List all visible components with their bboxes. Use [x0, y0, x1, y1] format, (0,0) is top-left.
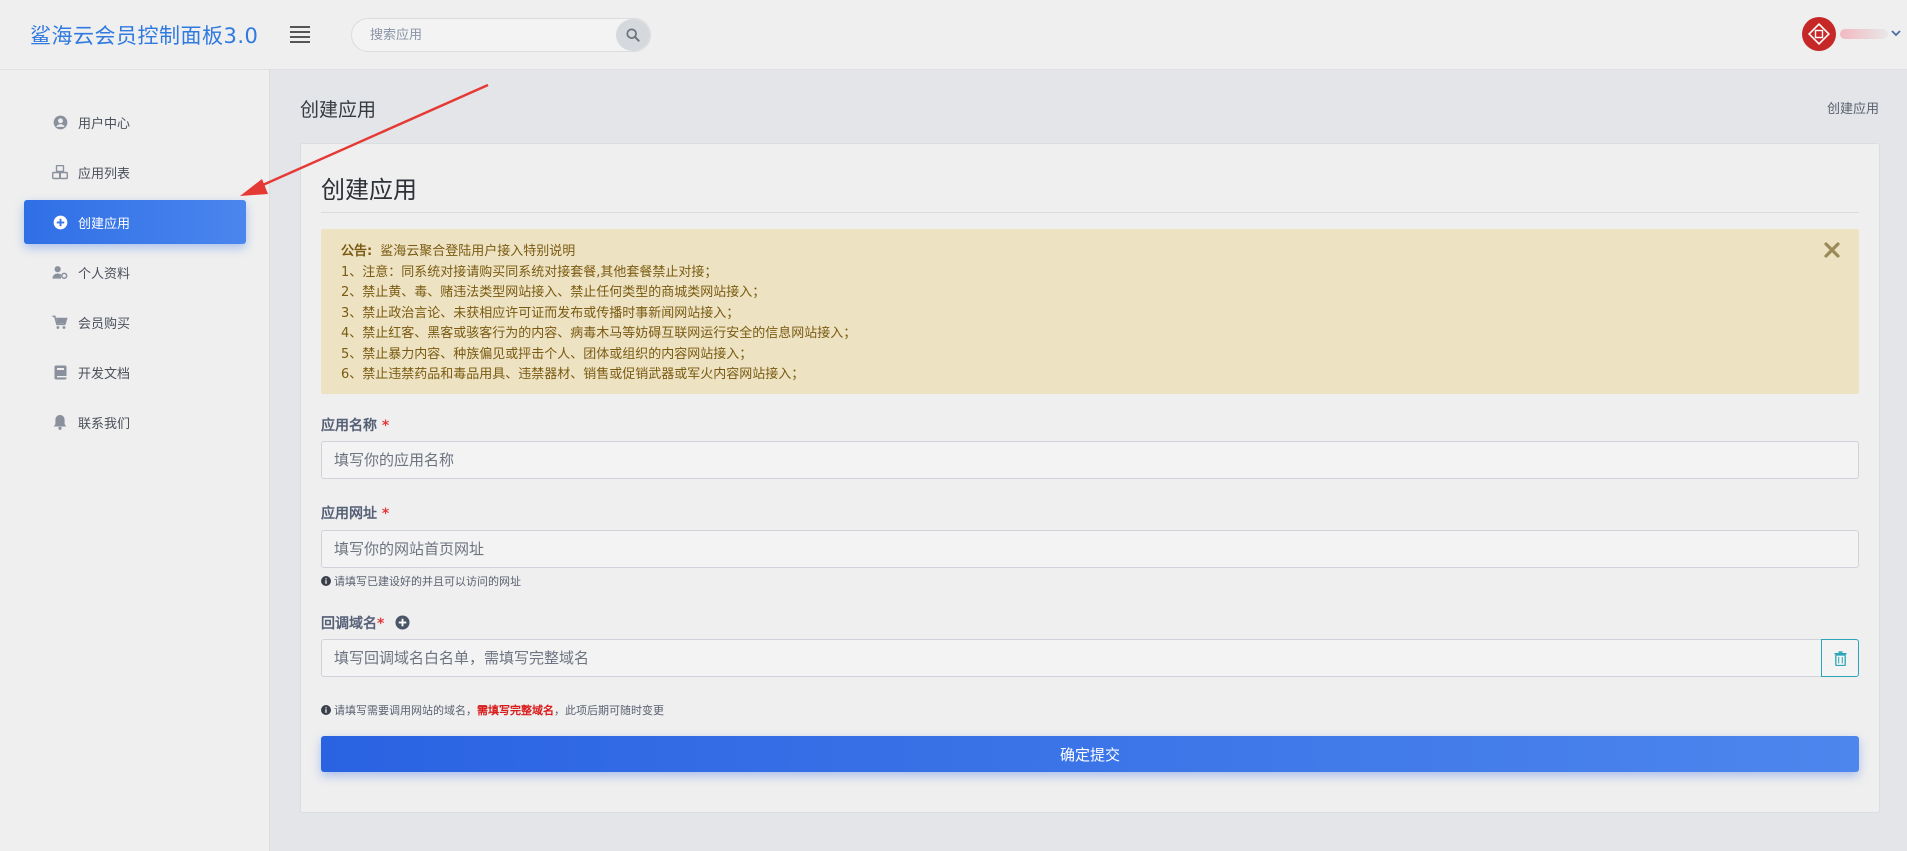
book-icon: [52, 364, 68, 380]
card-title: 创建应用: [321, 176, 417, 204]
cart-icon: [52, 314, 68, 330]
close-icon[interactable]: [1821, 239, 1843, 261]
user-gear-icon: [52, 264, 68, 280]
info-icon: [321, 576, 331, 586]
notice-line: 3、禁止政治言论、未获相应许可证而发布或传播时事新闻网站接入；: [341, 305, 740, 321]
sidebar-item-label: 用户中心: [78, 116, 131, 132]
notice-line: 5、禁止暴力内容、种族偏见或抨击个人、团体或组织的内容网站接入；: [341, 346, 753, 362]
callback-help-prefix: 请填写需要调用网站的域名，: [334, 704, 477, 717]
bell-icon: [52, 414, 68, 430]
page-title: 创建应用: [300, 99, 377, 121]
search-icon: [626, 28, 640, 42]
search-box: [351, 18, 651, 52]
callback-label: 回调域名*: [321, 613, 410, 633]
menu-icon-line: [290, 31, 310, 33]
sidebar-item-app-list[interactable]: 应用列表: [24, 150, 246, 194]
sidebar-item-label: 应用列表: [78, 166, 131, 182]
sidebar-item-user-center[interactable]: 用户中心: [24, 100, 246, 144]
notice-alert: 公告: 鲨海云聚合登陆用户接入特别说明 1、注意：同系统对接请购买同系统对接套餐,…: [321, 229, 1859, 394]
menu-toggle-button[interactable]: [290, 23, 310, 45]
notice-line: 1、注意：同系统对接请购买同系统对接套餐,其他套餐禁止对接；: [341, 264, 718, 280]
app-url-label-text: 应用网址: [321, 506, 377, 522]
required-mark: *: [377, 616, 385, 632]
brand-title[interactable]: 鲨海云会员控制面板3.0: [30, 20, 258, 50]
sidebar-item-label: 个人资料: [78, 266, 131, 282]
sidebar-item-profile[interactable]: 个人资料: [24, 250, 246, 294]
cubes-icon: [52, 164, 68, 180]
delete-domain-button[interactable]: [1821, 639, 1859, 677]
app-url-help: 请填写已建设好的并且可以访问的网址: [321, 573, 521, 589]
sidebar-item-label: 创建应用: [78, 216, 131, 232]
sidebar-item-membership[interactable]: 会员购买: [24, 300, 246, 344]
divider: [321, 212, 1859, 213]
notice-head-text: 鲨海云聚合登陆用户接入特别说明: [380, 244, 576, 259]
menu-icon-line: [290, 36, 310, 38]
info-icon: [321, 705, 331, 715]
menu-icon-line: [290, 41, 310, 43]
required-mark: *: [381, 418, 390, 434]
app-name-label: 应用名称 *: [321, 415, 389, 435]
callback-help-emphasis: 需填写完整域名: [477, 704, 554, 717]
callback-help-suffix: ，此项后期可随时变更: [554, 704, 664, 717]
user-avatar-icon: [1808, 23, 1830, 45]
sidebar-item-label: 开发文档: [78, 366, 131, 382]
notice-head: 公告:: [341, 244, 373, 259]
sidebar-item-label: 联系我们: [78, 416, 131, 432]
breadcrumb[interactable]: 创建应用: [1827, 98, 1879, 117]
app-url-label: 应用网址 *: [321, 503, 389, 523]
add-domain-icon[interactable]: [395, 615, 410, 630]
app-name-label-text: 应用名称: [321, 418, 377, 434]
sidebar: 用户中心 应用列表 创建应用 个人资料 会员购买 开发文档 联系我们: [0, 70, 270, 851]
sidebar-item-docs[interactable]: 开发文档: [24, 350, 246, 394]
username-redacted[interactable]: [1840, 29, 1888, 39]
required-mark: *: [381, 506, 390, 522]
app-name-input[interactable]: [321, 441, 1859, 479]
callback-help: 请填写需要调用网站的域名， 需填写完整域名 ，此项后期可随时变更: [321, 702, 664, 718]
sidebar-item-create-app[interactable]: 创建应用: [24, 200, 246, 244]
callback-label-text: 回调域名: [321, 616, 377, 632]
user-circle-icon: [52, 114, 68, 130]
submit-button[interactable]: 确定提交: [321, 736, 1859, 772]
top-bar: 鲨海云会员控制面板3.0: [0, 0, 1907, 70]
avatar[interactable]: [1802, 17, 1836, 51]
search-button[interactable]: [616, 19, 650, 51]
notice-line: 2、禁止黄、毒、赌违法类型网站接入、禁止任何类型的商城类网站接入；: [341, 285, 766, 300]
notice-line: 6、禁止违禁药品和毒品用具、违禁器材、销售或促销武器或军火内容网站接入；: [341, 367, 805, 382]
app-url-help-text: 请填写已建设好的并且可以访问的网址: [334, 575, 521, 588]
callback-domain-input[interactable]: [321, 639, 1823, 677]
sidebar-item-label: 会员购买: [78, 316, 131, 332]
create-app-card: 创建应用 公告: 鲨海云聚合登陆用户接入特别说明 1、注意：同系统对接请购买同系统…: [300, 143, 1880, 813]
search-input[interactable]: [370, 19, 600, 51]
plus-circle-icon: [52, 214, 68, 230]
menu-icon-line: [290, 26, 310, 28]
trash-icon: [1834, 650, 1846, 666]
app-url-input[interactable]: [321, 530, 1859, 568]
sidebar-item-contact[interactable]: 联系我们: [24, 400, 246, 444]
chevron-down-icon[interactable]: [1889, 26, 1903, 40]
notice-line: 4、禁止红客、黑客或骇客行为的内容、病毒木马等妨碍互联网运行安全的信息网站接入；: [341, 326, 857, 341]
